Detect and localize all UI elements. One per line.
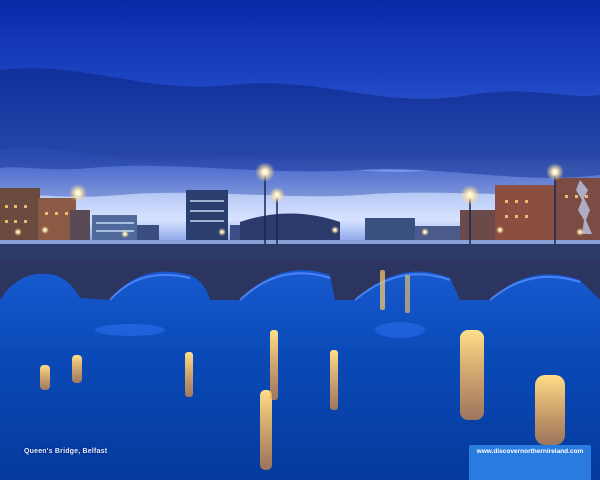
photo-scene: Queen's Bridge, Belfast www.discovernort… (0, 0, 600, 480)
brand-banner[interactable]: www.discovernorthernireland.com (469, 445, 591, 480)
queens-bridge-photo (0, 0, 600, 480)
photo-caption: Queen's Bridge, Belfast (24, 448, 108, 455)
brand-url-link[interactable]: www.discovernorthernireland.com (469, 448, 591, 455)
